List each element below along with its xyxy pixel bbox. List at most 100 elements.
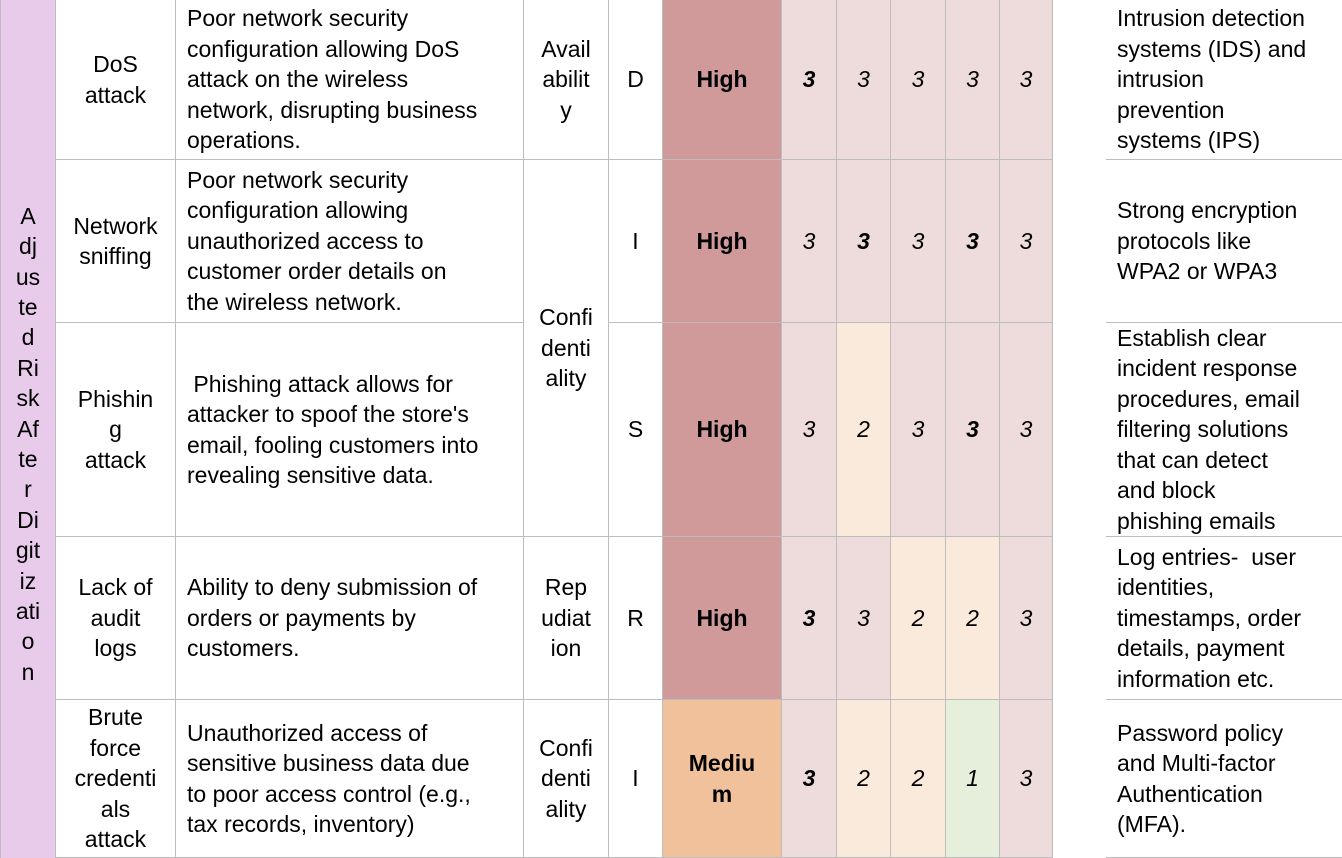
mitigation-cell: Establish clear incident response procedur… — [1106, 323, 1342, 537]
mitigation-cell: Password policy and Multi-factor Authentic… — [1106, 700, 1342, 858]
score-cell-text: 3 — [1020, 603, 1033, 633]
score-cell-line: 3 — [802, 416, 816, 443]
category-label-line: te — [18, 446, 38, 472]
property-cell: Rep udiat ion — [523, 537, 608, 700]
threat-cell-line: attack — [84, 446, 147, 473]
threat-cell-line: Lack of — [78, 574, 153, 601]
score-cell: 3 — [890, 323, 945, 537]
stride-cell-text: I — [632, 763, 638, 793]
mitigation-cell: Intrusion detection systems (IDS) and intr… — [1106, 0, 1342, 160]
property-cell: Confi denti ality — [523, 700, 608, 858]
score-cell-text: 3 — [912, 226, 925, 256]
description-cell-line: email, fooling customers into — [187, 431, 479, 458]
mitigation-cell-text: Password policy and Multi-factor Authentic… — [1117, 718, 1283, 840]
score-cell: 2 — [890, 700, 945, 858]
mitigation-cell-line: Establish clear — [1117, 325, 1267, 352]
threat-cell-line: Phishin — [77, 385, 154, 412]
category-label-line: ati — [15, 598, 41, 625]
description-cell-line: Phishing attack allows for — [187, 370, 453, 397]
score-cell-text: 3 — [966, 226, 979, 256]
score-cell-text: 3 — [1020, 763, 1033, 793]
threat-cell: Lack of audit logs — [55, 537, 175, 700]
description-cell-line: revealing sensitive data. — [187, 461, 434, 488]
score-cell-text: 2 — [857, 763, 870, 793]
score-cell: 3 — [999, 700, 1053, 858]
mitigation-cell-line: phishing emails — [1117, 507, 1276, 534]
score-cell-text: 3 — [803, 226, 816, 256]
property-cell-line: abilit — [542, 66, 590, 93]
risk-level-cell-line: High — [696, 604, 748, 631]
description-cell-line: Ability to deny submission of — [187, 574, 478, 601]
category-label-line: A — [20, 202, 36, 229]
mitigation-cell-line: systems (IDS) and — [1117, 35, 1307, 62]
description-cell: Ability to deny submission of orders or p… — [175, 537, 523, 700]
description-cell-line: Unauthorized access of — [187, 719, 428, 746]
description-cell-line: configuration allowing DoS — [187, 35, 460, 62]
risk-assessment-table: Adj us te d Ri sk Af te r Di git iz ati o n DoS attack Po… — [0, 0, 1342, 858]
threat-cell: Network sniffing — [55, 160, 175, 323]
property-cell-line: Rep — [544, 574, 588, 601]
score-cell-line: 2 — [911, 604, 925, 631]
score-cell-text: 3 — [1020, 414, 1033, 444]
property-cell-line: denti — [541, 334, 591, 361]
score-cell-text: 2 — [857, 414, 870, 444]
property-cell: Confi denti ality — [523, 160, 608, 537]
score-cell-line: 3 — [1019, 416, 1033, 443]
mitigation-cell-text: Strong encryption protocols like WPA2 or W… — [1117, 195, 1297, 286]
score-cell-text: 3 — [803, 414, 816, 444]
mitigation-cell-line: prevention — [1117, 96, 1225, 123]
mitigation-cell: Log entries- user identities, timestamps, … — [1106, 537, 1342, 700]
score-cell-line: 3 — [911, 227, 925, 254]
risk-level-cell-text: Mediu m — [689, 748, 755, 809]
mitigation-cell-line: incident response — [1117, 355, 1298, 382]
category-label-line: d — [21, 324, 35, 351]
mitigation-cell-line: intrusion — [1117, 66, 1204, 93]
description-cell-line: network, disrupting business — [187, 96, 478, 123]
property-cell-line: ality — [545, 795, 587, 822]
stride-cell: S — [608, 323, 662, 537]
threat-cell-line: Network — [73, 212, 158, 239]
property-cell-line: Confi — [539, 734, 593, 761]
stride-cell-line: D — [627, 66, 644, 93]
category-label: Adj us te d Ri sk Af te r Di git iz ati o n — [0, 0, 55, 858]
score-cell-line: 2 — [857, 416, 870, 443]
score-cell: 3 — [945, 323, 999, 537]
mitigation-cell-text: Log entries- user identities, timestamps, … — [1117, 542, 1301, 694]
description-cell-line: sensitive business data due — [187, 750, 470, 777]
threat-cell-text: Phishin g attack — [78, 384, 153, 475]
score-cell-text: 3 — [1020, 226, 1033, 256]
score-cell: 3 — [890, 160, 945, 323]
score-cell: 3 — [781, 537, 836, 700]
category-label-line: Ri — [17, 354, 39, 381]
category-label-line: te — [18, 293, 38, 320]
category-label-line: n — [21, 658, 35, 685]
description-cell-line: the wireless network. — [187, 288, 402, 315]
mitigation-cell-line: (MFA). — [1117, 810, 1186, 837]
stride-cell-text: R — [627, 603, 644, 633]
risk-level-cell-line: High — [696, 416, 748, 443]
score-cell-line: 3 — [1019, 227, 1033, 254]
risk-level-cell: High — [662, 0, 781, 160]
threat-cell-line: force — [89, 734, 142, 761]
risk-level-cell-line: High — [696, 66, 748, 93]
score-cell: 2 — [836, 323, 890, 537]
threat-cell-line: credenti — [74, 765, 157, 792]
mitigation-cell-line: WPA2 or WPA3 — [1117, 258, 1278, 285]
threat-cell-line: Brute — [88, 704, 143, 731]
threat-cell-text: DoS attack — [85, 49, 146, 110]
score-cell-text: 3 — [966, 414, 979, 444]
description-cell-text: Ability to deny submission of orders or p… — [187, 572, 477, 663]
stride-cell: I — [608, 700, 662, 858]
threat-cell-line: DoS — [93, 51, 138, 78]
threat-cell: Brute force credenti als attack — [55, 700, 175, 858]
category-label-line: Af — [17, 415, 39, 442]
threat-cell-line: attack — [84, 826, 147, 853]
score-cell-line: 2 — [966, 604, 979, 631]
score-cell-line: 3 — [802, 66, 816, 93]
score-cell-line: 3 — [911, 416, 925, 443]
risk-level-cell-line: High — [696, 227, 748, 254]
score-cell: 3 — [999, 537, 1053, 700]
score-cell-text: 3 — [912, 64, 925, 94]
description-cell-line: to poor access control (e.g., — [187, 780, 471, 807]
description-cell: Poor network security configuration allow… — [175, 0, 523, 160]
